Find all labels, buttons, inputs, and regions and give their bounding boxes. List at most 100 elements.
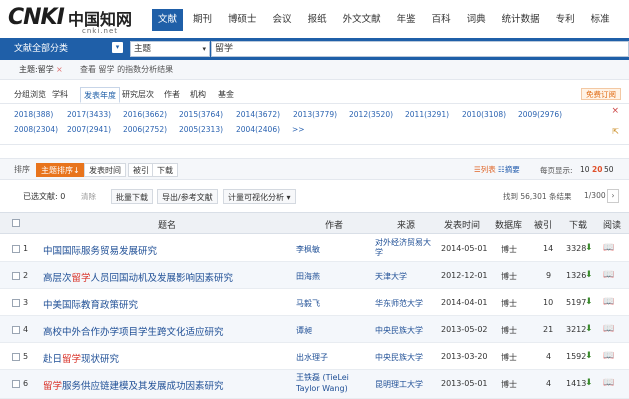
citation-count[interactable]: 4 <box>546 379 551 388</box>
citation-count[interactable]: 14 <box>543 244 553 253</box>
year-link[interactable]: 2011(3291) <box>405 110 449 119</box>
nav-item[interactable]: 文献 <box>152 9 184 31</box>
download-icon[interactable]: ⬇ <box>585 297 593 307</box>
read-book-icon[interactable]: 📖 <box>603 324 614 334</box>
source-link[interactable]: 天津大学 <box>375 271 407 282</box>
result-title-link[interactable]: 高校中外合作办学项目学生跨文化适应研究 <box>43 324 224 338</box>
citation-count[interactable]: 10 <box>543 298 553 307</box>
group-tab[interactable]: 研究层次 <box>122 87 154 103</box>
nav-item[interactable]: 百科 <box>426 9 457 31</box>
index-analysis-link[interactable]: 查看 留学 的指数分析结果 <box>80 60 173 80</box>
read-book-icon[interactable]: 📖 <box>603 270 614 280</box>
per-page-option[interactable]: 10 <box>580 165 590 174</box>
sort-option[interactable]: 主题排序↓ <box>36 163 85 177</box>
row-checkbox[interactable] <box>12 299 20 307</box>
year-link[interactable]: 2012(3520) <box>349 110 393 119</box>
row-checkbox[interactable] <box>12 380 20 388</box>
nav-item[interactable]: 报纸 <box>302 9 333 31</box>
author-link[interactable]: 王铁磊 (TieLei Taylor Wang) <box>296 372 366 394</box>
nav-item[interactable]: 期刊 <box>187 9 218 31</box>
nav-item[interactable]: 年鉴 <box>391 9 422 31</box>
row-checkbox[interactable] <box>12 272 20 280</box>
download-icon[interactable]: ⬇ <box>585 243 593 253</box>
group-tab[interactable]: 基金 <box>218 87 234 103</box>
clear-selection-link[interactable]: 清除 <box>81 191 96 202</box>
list-view-toggle[interactable]: ☰列表 <box>474 164 496 175</box>
read-book-icon[interactable]: 📖 <box>603 243 614 253</box>
remove-filter-icon[interactable]: × <box>56 60 63 80</box>
per-page-option[interactable]: 50 <box>604 165 614 174</box>
toolbar-button[interactable]: 计量可视化分析 ▾ <box>223 189 296 204</box>
per-page-option[interactable]: 20 <box>592 165 602 174</box>
download-icon[interactable]: ⬇ <box>585 378 593 388</box>
download-icon[interactable]: ⬇ <box>585 270 593 280</box>
year-link[interactable]: 2018(388) <box>14 110 53 119</box>
year-link[interactable]: 2015(3764) <box>179 110 223 119</box>
citation-count[interactable]: 9 <box>546 271 551 280</box>
year-link[interactable]: 2009(2976) <box>518 110 562 119</box>
select-all-checkbox[interactable] <box>12 219 20 227</box>
source-link[interactable]: 中央民族大学 <box>375 325 423 336</box>
row-checkbox[interactable] <box>12 326 20 334</box>
nav-item[interactable]: 会议 <box>267 9 298 31</box>
result-title-link[interactable]: 赴日留学现状研究 <box>43 351 119 365</box>
nav-item[interactable]: 词典 <box>461 9 492 31</box>
source-link[interactable]: 中央民族大学 <box>375 352 423 363</box>
source-link[interactable]: 华东师范大学 <box>375 298 423 309</box>
result-title-link[interactable]: 中国国际服务贸易发展研究 <box>43 243 157 257</box>
sort-option[interactable]: 被引 <box>128 163 154 177</box>
download-icon[interactable]: ⬇ <box>585 324 593 334</box>
year-link[interactable]: 2005(2313) <box>179 125 223 134</box>
year-link[interactable]: 2010(3108) <box>462 110 506 119</box>
year-link[interactable]: 2014(3672) <box>236 110 280 119</box>
cnki-logo[interactable]: CNKI 中国知网 cnki.net <box>8 5 140 35</box>
download-icon[interactable]: ⬇ <box>585 351 593 361</box>
nav-item[interactable]: 博硕士 <box>222 9 263 31</box>
group-tab[interactable]: 机构 <box>190 87 206 103</box>
year-link[interactable]: 2017(3433) <box>67 110 111 119</box>
group-tab[interactable]: 发表年度 <box>80 87 120 103</box>
year-link[interactable]: >> <box>292 125 305 134</box>
author-link[interactable]: 出水理子 <box>296 352 328 363</box>
search-input[interactable]: 留学 <box>211 41 629 57</box>
source-link[interactable]: 对外经济贸易大学 <box>375 238 435 258</box>
year-link[interactable]: 2013(3779) <box>293 110 337 119</box>
read-book-icon[interactable]: 📖 <box>603 378 614 388</box>
abstract-view-toggle[interactable]: ☷摘要 <box>498 164 520 175</box>
next-page-button[interactable]: › <box>607 189 619 203</box>
read-book-icon[interactable]: 📖 <box>603 297 614 307</box>
author-link[interactable]: 谭昶 <box>296 325 312 336</box>
citation-count[interactable]: 21 <box>543 325 553 334</box>
author-link[interactable]: 田海燕 <box>296 271 320 282</box>
search-field-select[interactable]: 主题 ▾ <box>130 41 210 57</box>
group-tab[interactable]: 学科 <box>52 87 68 103</box>
group-tab[interactable]: 作者 <box>164 87 180 103</box>
toolbar-button[interactable]: 导出/参考文献 <box>157 189 218 204</box>
nav-item[interactable]: 标准 <box>585 9 616 31</box>
year-link[interactable]: 2008(2304) <box>14 125 58 134</box>
citation-count[interactable]: 4 <box>546 352 551 361</box>
source-link[interactable]: 昆明理工大学 <box>375 379 423 390</box>
expand-icon[interactable]: ⇱ <box>612 127 619 136</box>
nav-item[interactable]: 统计数据 <box>496 9 546 31</box>
author-link[interactable]: 马毅飞 <box>296 298 320 309</box>
year-link[interactable]: 2004(2406) <box>236 125 280 134</box>
scope-label[interactable]: 文献全部分类 <box>14 41 68 57</box>
group-tab[interactable]: 分组浏览 <box>14 87 46 103</box>
year-link[interactable]: 2007(2941) <box>67 125 111 134</box>
read-book-icon[interactable]: 📖 <box>603 351 614 361</box>
close-icon[interactable]: × <box>611 106 619 116</box>
row-checkbox[interactable] <box>12 353 20 361</box>
author-link[interactable]: 李枫敏 <box>296 244 320 255</box>
year-link[interactable]: 2016(3662) <box>123 110 167 119</box>
scope-dropdown-icon[interactable]: ▾ <box>112 42 123 53</box>
result-title-link[interactable]: 高层次留学人员回国动机及发展影响因素研究 <box>43 270 233 284</box>
sort-option[interactable]: 发表时间 <box>84 163 126 177</box>
row-checkbox[interactable] <box>12 245 20 253</box>
sort-option[interactable]: 下载 <box>152 163 178 177</box>
free-subscribe-button[interactable]: 免费订阅 <box>581 88 621 100</box>
result-title-link[interactable]: 留学服务供应链建模及其发展成功因素研究 <box>43 378 224 392</box>
year-link[interactable]: 2006(2752) <box>123 125 167 134</box>
result-title-link[interactable]: 中美国际教育政策研究 <box>43 297 138 311</box>
toolbar-button[interactable]: 批量下载 <box>111 189 153 204</box>
